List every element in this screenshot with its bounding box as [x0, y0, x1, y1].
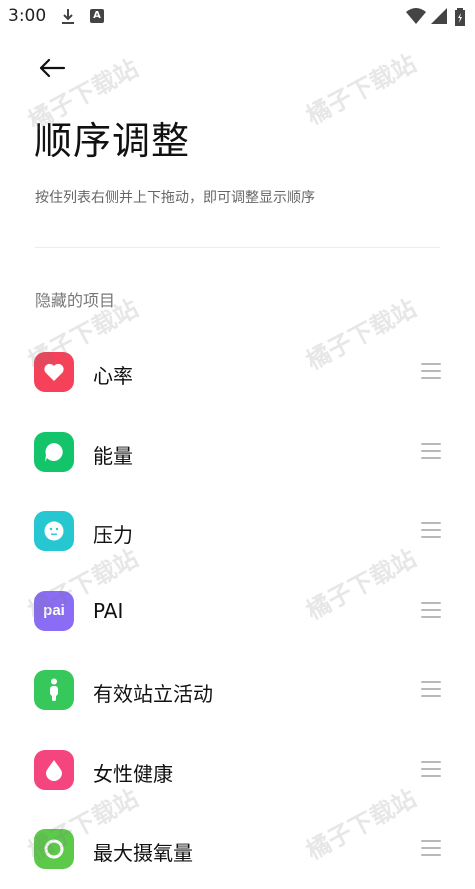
oxygen-icon — [34, 829, 74, 869]
drag-handle-icon[interactable] — [421, 760, 441, 779]
list-item-stress[interactable]: 压力 — [0, 491, 475, 571]
list-item-heart-rate[interactable]: 心率 — [0, 332, 475, 412]
list-item-energy[interactable]: 能量 — [0, 412, 475, 492]
drag-handle-icon[interactable] — [421, 442, 441, 461]
energy-icon — [34, 431, 74, 472]
page-title: 顺序调整 — [34, 119, 191, 163]
item-label: 压力 — [93, 523, 133, 547]
standing-person-icon — [34, 670, 74, 710]
wifi-icon — [406, 8, 426, 24]
status-bar: 3:00 A — [0, 0, 475, 34]
drag-handle-icon[interactable] — [421, 840, 441, 858]
list-item-standing[interactable]: 有效站立活动 — [0, 650, 475, 730]
back-arrow-icon — [39, 58, 66, 78]
item-label: 最大摄氧量 — [93, 841, 193, 865]
item-label: 有效站立活动 — [93, 682, 213, 706]
drag-handle-icon[interactable] — [421, 681, 441, 699]
item-label: 女性健康 — [93, 761, 173, 786]
section-title-hidden-items: 隐藏的项目 — [35, 291, 116, 310]
battery-icon — [455, 8, 465, 26]
drag-handle-icon[interactable] — [421, 363, 441, 381]
download-icon — [62, 9, 74, 24]
drag-handle-icon[interactable] — [421, 522, 441, 540]
hidden-items-list: 心率 能量 压力 pai PAI 有效站立活动 女性健康 最大摄氧量 — [0, 332, 475, 889]
drag-handle-icon[interactable] — [421, 601, 441, 620]
item-label: 能量 — [93, 443, 133, 468]
back-button[interactable] — [36, 52, 68, 84]
list-item-vo2max[interactable]: 最大摄氧量 — [0, 809, 475, 889]
list-item-pai[interactable]: pai PAI — [0, 571, 475, 651]
status-time: 3:00 — [8, 6, 47, 26]
item-label: PAI — [93, 598, 124, 623]
app-notification-icon: A — [90, 9, 104, 23]
heart-icon — [34, 352, 74, 392]
divider — [35, 247, 440, 248]
stress-face-icon — [34, 511, 74, 551]
signal-icon — [431, 8, 447, 24]
page-description: 按住列表右侧并上下拖动，即可调整显示顺序 — [35, 190, 315, 206]
watermark: 橘子下载站 — [301, 49, 421, 131]
drop-icon — [34, 749, 74, 790]
item-label: 心率 — [93, 364, 133, 388]
pai-icon: pai — [34, 590, 74, 631]
list-item-womens-health[interactable]: 女性健康 — [0, 730, 475, 810]
